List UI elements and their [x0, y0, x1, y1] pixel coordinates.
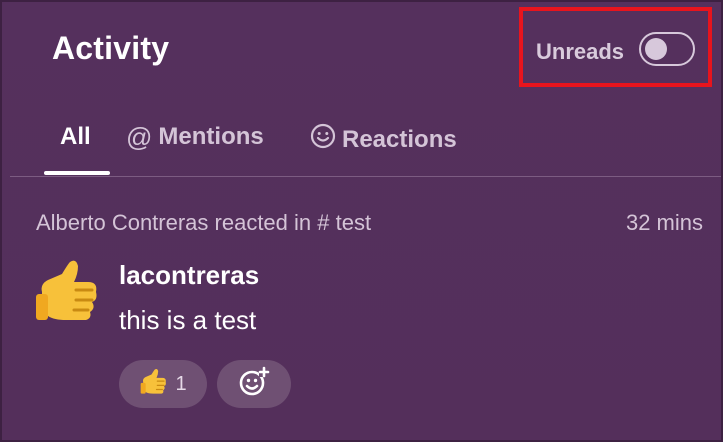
tab-mentions-label: Mentions — [158, 123, 264, 150]
tab-mentions[interactable]: @ Mentions — [126, 123, 264, 151]
activity-time: 32 mins — [625, 210, 703, 235]
unreads-toggle[interactable] — [639, 32, 695, 66]
tab-bar: All @ Mentions Reactions — [2, 107, 721, 177]
toggle-knob — [645, 38, 667, 60]
tab-divider — [10, 176, 721, 177]
thumbs-up-emoji-icon — [32, 256, 104, 328]
thumbs-up-icon — [139, 367, 169, 402]
tab-reactions[interactable]: Reactions — [310, 123, 457, 156]
page-title: Activity — [52, 30, 170, 66]
activity-meta[interactable]: Alberto Contreras reacted in # test — [36, 210, 371, 236]
add-reaction-icon — [237, 365, 271, 404]
hash-icon: # — [317, 210, 336, 235]
tab-all[interactable]: All — [60, 123, 91, 151]
message-author[interactable]: lacontreras — [119, 260, 259, 291]
activity-meta-text: Alberto Contreras reacted in — [36, 210, 312, 235]
unreads-label: Unreads — [536, 39, 625, 64]
reaction-count: 1 — [175, 372, 187, 395]
message-text: this is a test — [119, 305, 257, 335]
smiley-icon — [310, 123, 336, 156]
add-reaction-button[interactable] — [217, 360, 291, 408]
channel-name[interactable]: test — [336, 210, 371, 235]
tab-reactions-label: Reactions — [342, 125, 457, 153]
tab-all-label: All — [60, 123, 91, 150]
active-tab-underline — [44, 171, 110, 175]
at-icon: @ — [126, 122, 153, 152]
reaction-thumbs-up[interactable]: 1 — [119, 360, 207, 408]
activity-panel: Activity Unreads All @ Mentions Reaction… — [0, 0, 723, 442]
